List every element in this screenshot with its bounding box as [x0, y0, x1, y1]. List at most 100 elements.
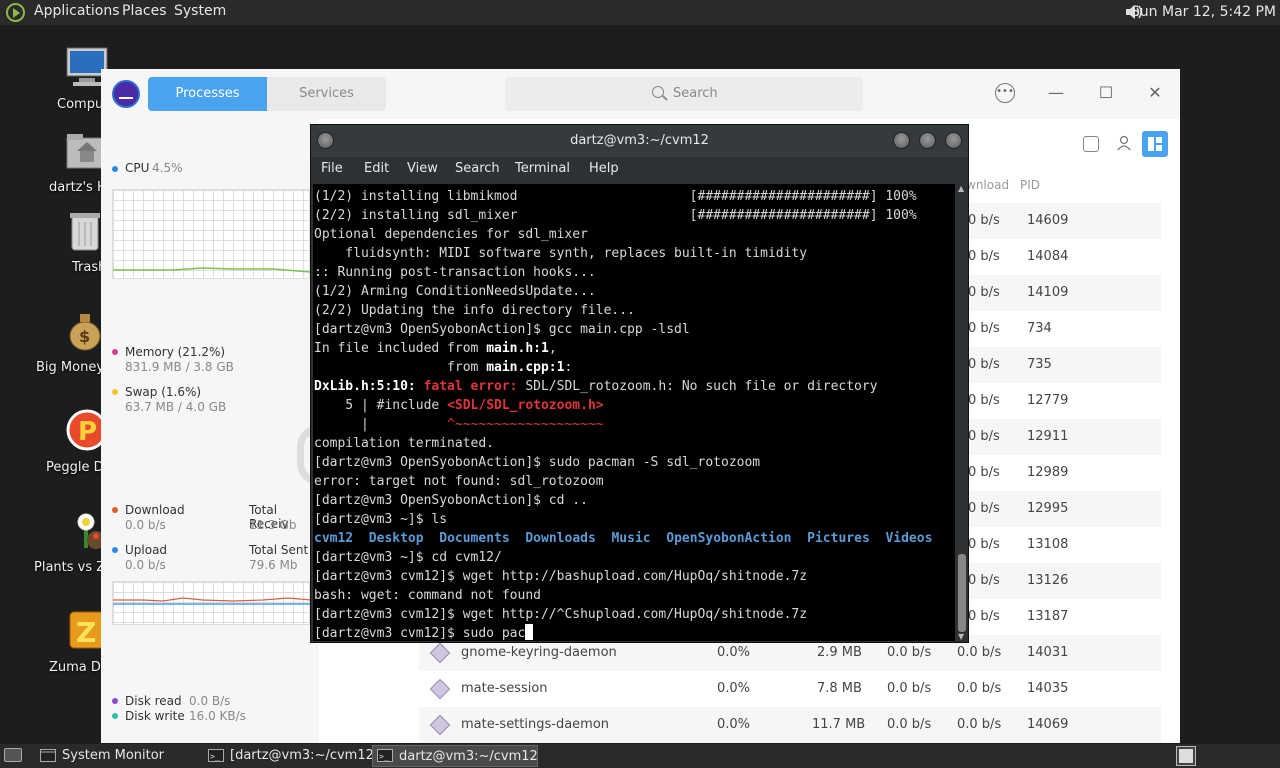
ls-directory: OpenSyobonAction — [666, 531, 792, 546]
distro-logo-icon[interactable] — [6, 3, 25, 22]
system-monitor-sidebar: CPU 4.5% Memory (21.2%) 831.9 MB / 3.8 G… — [101, 119, 319, 743]
menu-view[interactable]: View — [407, 161, 438, 176]
menu-terminal[interactable]: Terminal — [515, 161, 570, 176]
close-icon[interactable]: ✕ — [1145, 83, 1165, 103]
terminal-text: In file included from — [314, 341, 487, 356]
scroll-down-icon[interactable]: ▼ — [958, 632, 964, 641]
terminal-titlebar[interactable]: dartz@vm3:~/cvm12 — [311, 125, 968, 157]
terminal-icon: >_ — [377, 749, 393, 762]
terminal-text: | — [314, 417, 448, 432]
process-icon — [429, 678, 451, 700]
tab-processes[interactable]: Processes — [148, 77, 267, 111]
terminal-line: Optional dependencies for sdl_mixer — [314, 227, 588, 242]
row-download: 0 b/s — [968, 537, 1000, 552]
text-cursor — [525, 624, 534, 640]
terminal-line: (2/2) installing sdl_mixer [############… — [314, 208, 917, 223]
table-row[interactable]: mate-settings-daemon 0.0% 11.7 MB 0.0 b/… — [419, 707, 1161, 743]
row-process-name: gnome-keyring-daemon — [461, 645, 617, 660]
scrollbar-thumb[interactable] — [958, 554, 966, 632]
terminal-line: [dartz@vm3 OpenSyobonAction]$ cd .. — [314, 493, 588, 508]
menu-file[interactable]: File — [321, 161, 343, 176]
row-download: 0 b/s — [968, 501, 1000, 516]
search-icon — [652, 86, 664, 98]
terminal-line: 5 | #include <SDL/SDL_rotozoom.h> — [314, 396, 604, 415]
terminal-text: : — [564, 360, 573, 375]
clock[interactable]: Sun Mar 12, 5:42 PM — [1131, 4, 1276, 20]
menu-help[interactable]: Help — [589, 161, 619, 176]
window-menu-icon[interactable] — [317, 132, 334, 149]
row-pid: 13187 — [1027, 609, 1069, 624]
taskbar-item-label: dartz@vm3:~/cvm12 — [399, 749, 538, 764]
search-input[interactable]: Search — [505, 77, 863, 111]
minimize-icon[interactable]: — — [1046, 83, 1066, 103]
row-upload: 0.0 b/s — [887, 717, 932, 732]
maximize-icon[interactable]: ☐ — [1096, 83, 1116, 103]
download-label: Download — [125, 503, 185, 517]
terminal-prompt-line[interactable]: [dartz@vm3 cvm12]$ sudo pac — [314, 624, 534, 641]
svg-text:>_: >_ — [210, 752, 220, 761]
terminal-output[interactable]: (1/2) installing libmikmod [############… — [313, 184, 955, 641]
terminal-text-bold: DxLib.h:5:10: — [314, 379, 424, 394]
row-pid: 734 — [1027, 321, 1052, 336]
menu-applications[interactable]: Applications — [34, 3, 120, 19]
total-received-value: 11.3 Gb — [249, 518, 297, 532]
upload-value: 0.0 b/s — [125, 558, 166, 572]
row-download: 0 b/s — [968, 465, 1000, 480]
row-pid: 14035 — [1027, 681, 1069, 696]
row-pid: 12911 — [1027, 429, 1069, 444]
terminal-line: [dartz@vm3 ~]$ cd cvm12/ — [314, 550, 502, 565]
row-pid: 735 — [1027, 357, 1052, 372]
row-memory: 11.7 MB — [812, 717, 866, 732]
terminal-error-text: <SDL/SDL_rotozoom.h> — [447, 398, 604, 413]
menu-edit[interactable]: Edit — [364, 161, 389, 176]
top-panel: Applications Places System Sun Mar 12, 5… — [0, 0, 1280, 25]
upload-label: Upload — [125, 543, 168, 557]
swap-label: Swap (1.6%) — [125, 385, 202, 399]
column-header-pid[interactable]: PID — [1020, 178, 1040, 192]
disk-write-label: Disk write — [125, 709, 185, 723]
minimize-icon[interactable] — [893, 132, 910, 149]
terminal-line: | ^~~~~~~~~~~~~~~~~~~~ — [314, 415, 604, 434]
ls-directory: Pictures — [807, 531, 870, 546]
row-pid: 14109 — [1027, 285, 1069, 300]
terminal-line: cvm12 Desktop Documents Downloads Music … — [314, 529, 932, 548]
column-header-download[interactable]: wnload — [966, 178, 1009, 192]
row-download: 0 b/s — [968, 429, 1000, 444]
user-view-icon[interactable] — [1116, 135, 1132, 151]
menu-system[interactable]: System — [174, 3, 226, 19]
system-monitor-header: Processes Services Search ••• — ☐ ✕ — [101, 69, 1180, 119]
terminal-line: DxLib.h:5:10: fatal error: SDL/SDL_rotoz… — [314, 377, 878, 396]
download-value: 0.0 b/s — [125, 518, 166, 532]
row-cpu: 0.0% — [717, 717, 751, 732]
ls-directory: Videos — [885, 531, 933, 546]
terminal-text: SDL/SDL_rotozoom.h: No such file or dire… — [517, 379, 878, 394]
network-graph — [112, 581, 312, 625]
taskbar-item-terminal-2[interactable]: >_ dartz@vm3:~/cvm12 — [372, 745, 538, 767]
menu-places[interactable]: Places — [122, 3, 167, 19]
terminal-line: compilation terminated. — [314, 436, 495, 451]
text-view-icon[interactable] — [1083, 136, 1099, 152]
taskbar-item-terminal-1[interactable]: >_ [dartz@vm3:~/cvm12] — [204, 745, 379, 767]
tree-view-icon[interactable] — [1142, 131, 1168, 157]
disk-read-value: 0.0 B/s — [189, 694, 231, 708]
terminal-scrollbar[interactable]: ▲ ▼ — [957, 184, 967, 641]
workspace-1[interactable] — [1179, 749, 1193, 763]
row-download: 0.0 b/s — [957, 717, 1002, 732]
row-download: 0 b/s — [968, 249, 1000, 264]
close-icon[interactable] — [945, 132, 962, 149]
upload-dot — [112, 547, 118, 553]
more-options-icon[interactable]: ••• — [995, 83, 1015, 103]
workspace-switcher[interactable] — [1176, 746, 1196, 766]
scroll-up-icon[interactable]: ▲ — [958, 184, 964, 193]
row-memory: 2.9 MB — [817, 645, 862, 660]
show-desktop-icon[interactable] — [4, 748, 22, 762]
terminal-text: from — [314, 360, 487, 375]
row-memory: 7.8 MB — [817, 681, 862, 696]
terminal-line: fluidsynth: MIDI software synth, replace… — [314, 246, 808, 261]
tab-services[interactable]: Services — [267, 77, 386, 111]
terminal-input[interactable]: [dartz@vm3 cvm12]$ sudo pac — [314, 626, 525, 641]
taskbar-item-system-monitor[interactable]: System Monitor — [36, 745, 202, 767]
maximize-icon[interactable] — [919, 132, 936, 149]
table-row[interactable]: mate-session 0.0% 7.8 MB 0.0 b/s 0.0 b/s… — [419, 671, 1161, 707]
menu-search[interactable]: Search — [455, 161, 500, 176]
